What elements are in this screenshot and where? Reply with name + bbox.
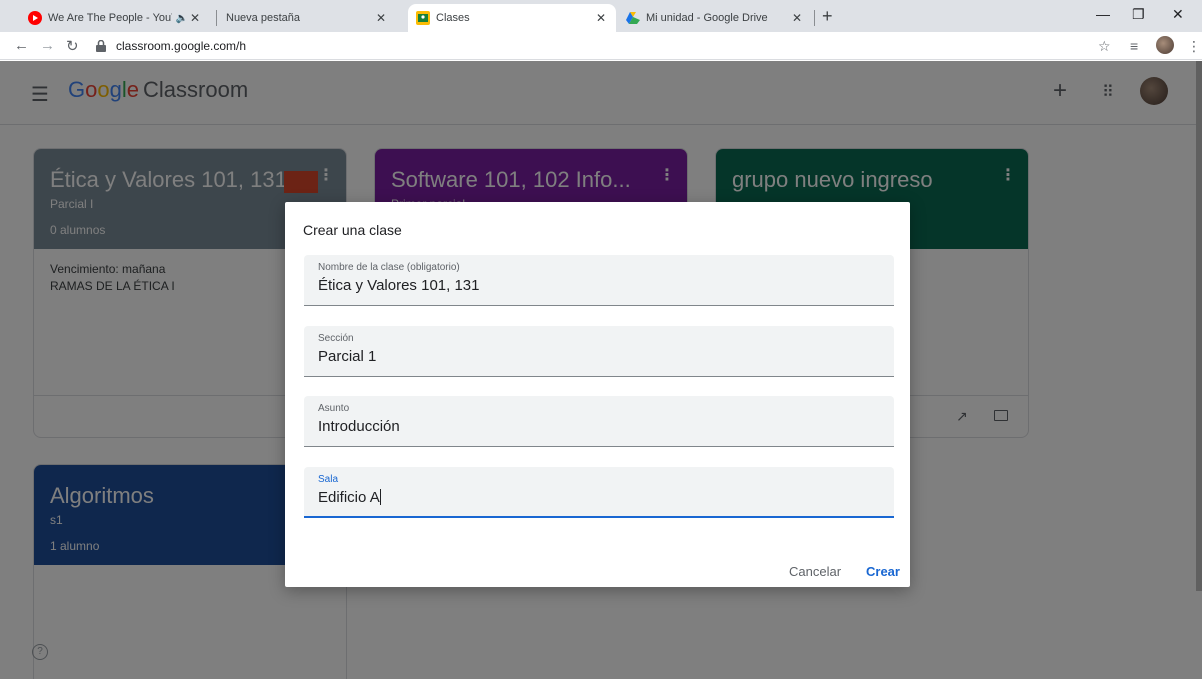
browser-tab-new[interactable]: Nueva pestaña ✕ [218, 4, 396, 32]
lock-icon [96, 39, 108, 52]
field-label: Sala [318, 474, 339, 485]
dialog-title: Crear una clase [303, 222, 402, 238]
minimize-icon[interactable]: — [1096, 6, 1110, 22]
tab-title: Mi unidad - Google Drive [646, 12, 768, 24]
restore-icon[interactable]: ❐ [1132, 6, 1145, 23]
browser-toolbar: ← → ↻ classroom.google.com/h ☆ ≡ ⋮ [0, 32, 1202, 60]
reload-icon[interactable]: ↻ [66, 37, 79, 55]
section-field[interactable]: Sección Parcial 1 [304, 326, 894, 377]
audio-icon: 🔈 [175, 12, 188, 24]
browser-menu-icon[interactable]: ⋮ [1187, 38, 1201, 55]
browser-tab-classroom[interactable]: Clases ✕ [408, 4, 616, 32]
forward-icon[interactable]: → [40, 37, 55, 54]
create-button[interactable]: Crear [866, 564, 900, 579]
close-tab-icon[interactable]: ✕ [790, 11, 804, 25]
tab-separator [216, 10, 217, 26]
create-class-dialog: Crear una clase Nombre de la clase (obli… [285, 202, 910, 587]
youtube-icon [28, 11, 42, 25]
profile-avatar[interactable] [1156, 36, 1174, 54]
new-tab-icon[interactable]: + [822, 6, 833, 27]
bookmark-star-icon[interactable]: ☆ [1098, 38, 1111, 55]
field-value[interactable]: Edificio A [318, 489, 380, 506]
browser-tabstrip: We Are The People - YouTube 🔈 ✕ Nueva pe… [0, 0, 1202, 32]
subject-field[interactable]: Asunto Introducción [304, 396, 894, 447]
field-value[interactable]: Ética y Valores 101, 131 [318, 277, 479, 294]
field-value[interactable]: Parcial 1 [318, 348, 376, 365]
back-icon[interactable]: ← [14, 37, 29, 54]
url-text: classroom.google.com/h [116, 39, 247, 53]
cancel-button[interactable]: Cancelar [789, 564, 841, 579]
close-tab-icon[interactable]: ✕ [594, 11, 608, 25]
tab-title: Clases [436, 12, 470, 24]
reading-list-icon[interactable]: ≡ [1130, 38, 1138, 54]
address-bar[interactable]: classroom.google.com/h [96, 35, 1086, 57]
field-value[interactable]: Introducción [318, 418, 400, 435]
tab-separator [814, 10, 815, 26]
field-value-wrap[interactable]: Edificio A [318, 489, 381, 506]
field-label: Nombre de la clase (obligatorio) [318, 262, 460, 273]
field-label: Asunto [318, 403, 350, 414]
classroom-icon [416, 11, 430, 25]
close-tab-icon[interactable]: ✕ [188, 11, 202, 25]
window-close-icon[interactable]: ✕ [1172, 6, 1184, 23]
field-label: Sección [318, 333, 354, 344]
close-tab-icon[interactable]: ✕ [374, 11, 388, 25]
tab-title: Nueva pestaña [226, 12, 300, 24]
tab-title: We Are The People - YouTube [48, 12, 172, 24]
class-name-field[interactable]: Nombre de la clase (obligatorio) Ética y… [304, 255, 894, 306]
browser-tab-drive[interactable]: Mi unidad - Google Drive ✕ [618, 4, 812, 32]
room-field[interactable]: Sala Edificio A [304, 467, 894, 518]
text-cursor [379, 489, 381, 505]
browser-tab-youtube[interactable]: We Are The People - YouTube 🔈 ✕ [20, 4, 210, 32]
drive-icon [626, 11, 640, 25]
